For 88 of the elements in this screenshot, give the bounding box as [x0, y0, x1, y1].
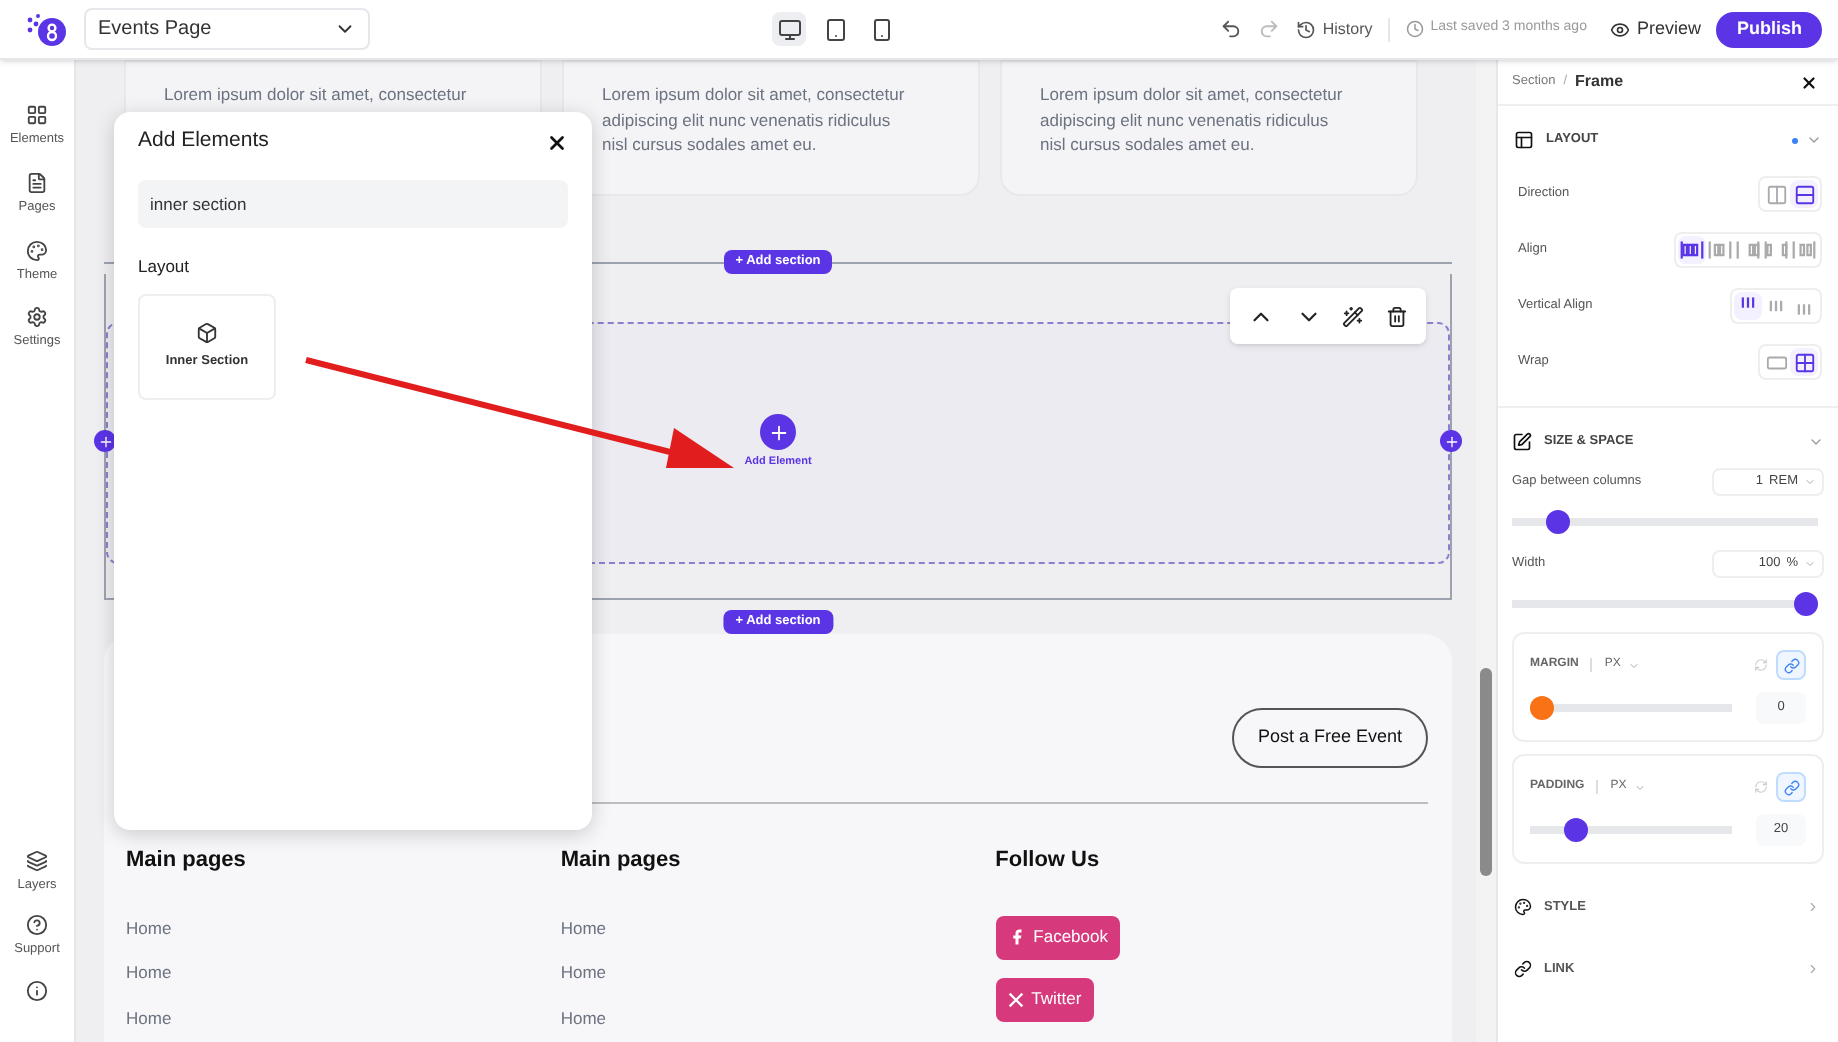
chevron-down-icon: [1634, 781, 1647, 793]
align-icon: [1736, 238, 1760, 262]
footer-link[interactable]: Home: [560, 1006, 996, 1032]
slider-thumb[interactable]: [1545, 510, 1570, 534]
support-icon: [26, 914, 48, 937]
slider-thumb[interactable]: [1794, 592, 1818, 616]
add-element-button[interactable]: [760, 414, 796, 451]
footer-heading: Main pages: [126, 846, 248, 876]
publish-button[interactable]: Publish: [1716, 11, 1822, 47]
chevron-down-icon: [1804, 476, 1816, 488]
card-text: Lorem ipsum dolor sit amet, consectetur: [164, 82, 469, 107]
slider-thumb[interactable]: [1563, 818, 1588, 842]
layout-icon: [1514, 130, 1534, 150]
columns-icon: [1765, 183, 1787, 205]
option-button[interactable]: [1678, 236, 1706, 264]
chevron-down-icon: [1628, 659, 1641, 671]
card-text: nisl cursus sodales amet eu.: [602, 132, 819, 157]
link-values-button[interactable]: [1776, 650, 1806, 680]
card-text: adipiscing elit nunc venenatis ridiculus: [1040, 107, 1331, 132]
close-icon[interactable]: [1800, 73, 1818, 91]
link-icon: [1783, 779, 1799, 795]
link-values-button[interactable]: [1776, 772, 1806, 802]
footer-link[interactable]: Home: [126, 960, 561, 986]
option-button[interactable]: [1790, 180, 1818, 208]
theme-icon: [25, 239, 48, 261]
social-button[interactable]: Twitter: [995, 977, 1094, 1021]
footer-link[interactable]: Home: [560, 915, 996, 941]
link-icon: [1783, 657, 1799, 673]
pages-icon: [26, 171, 48, 194]
scrollbar-thumb[interactable]: [1480, 668, 1492, 876]
search-field[interactable]: inner section: [138, 180, 568, 228]
resize-icon: [1512, 432, 1532, 452]
info-icon[interactable]: [26, 980, 48, 1002]
desktop-icon: [777, 17, 802, 41]
close-icon[interactable]: [546, 131, 568, 153]
wrap-icon: [1793, 351, 1815, 373]
chevron-down-icon[interactable]: [1806, 132, 1822, 148]
add-right-button[interactable]: [1440, 430, 1462, 452]
option-button[interactable]: [1790, 348, 1818, 376]
footer-heading: Follow Us: [995, 846, 1102, 876]
history-icon: [1296, 19, 1317, 39]
logo-icon[interactable]: [24, 11, 68, 47]
plus-icon: [767, 421, 789, 444]
history-button[interactable]: History: [1296, 17, 1373, 41]
chevron-down-icon[interactable]: [1808, 434, 1824, 450]
footer-heading: Main pages: [560, 846, 683, 876]
nowrap-icon: [1765, 351, 1787, 373]
footer-link[interactable]: Home: [126, 1006, 561, 1032]
link-icon: [1514, 960, 1532, 978]
x-icon: [1007, 991, 1024, 1007]
option-button[interactable]: [1734, 292, 1762, 320]
group-heading: Layout: [138, 254, 192, 280]
facebook-icon: [1007, 928, 1026, 946]
delete-icon[interactable]: [1385, 305, 1408, 327]
card-text: Lorem ipsum dolor sit amet, consectetur: [1040, 82, 1345, 107]
chevron-right-icon: [1806, 962, 1820, 976]
page-select[interactable]: Events Page: [84, 8, 370, 50]
elements-icon: [25, 104, 48, 126]
preview-button[interactable]: Preview: [1610, 15, 1701, 43]
plus-icon: [1443, 433, 1459, 449]
post-event-button[interactable]: Post a Free Event: [1231, 708, 1428, 768]
clock-icon: [1406, 20, 1425, 38]
card-text: Lorem ipsum dolor sit amet, consectetur: [602, 82, 907, 107]
layers-icon: [25, 849, 48, 871]
tablet-icon: [823, 17, 848, 41]
eye-icon: [1610, 19, 1631, 39]
card-text: nisl cursus sodales amet eu.: [1040, 132, 1257, 157]
social-button[interactable]: Facebook: [995, 915, 1120, 959]
undo-icon[interactable]: [1220, 18, 1243, 40]
align-icon: [1680, 238, 1704, 262]
slider-thumb[interactable]: [1530, 696, 1554, 720]
align-icon: [1764, 238, 1788, 262]
card-text: adipiscing elit nunc venenatis ridiculus: [602, 107, 893, 132]
desktop-view-button[interactable]: [772, 12, 807, 46]
footer-link[interactable]: Home: [560, 960, 996, 986]
chevron-right-icon: [1806, 900, 1820, 914]
phone-icon: [869, 17, 894, 41]
chevron-down-icon: [1804, 558, 1816, 570]
panel-title: Add Elements: [138, 126, 269, 157]
rows-icon: [1793, 183, 1815, 205]
align-icon: [1792, 238, 1816, 262]
breadcrumb-current: Frame: [1575, 70, 1624, 94]
magic-wand-icon[interactable]: [1342, 305, 1365, 327]
cube-icon: [196, 321, 218, 344]
footer-link[interactable]: Home: [126, 915, 561, 941]
settings-icon: [26, 306, 48, 329]
align-icon: [1708, 238, 1732, 262]
palette-icon: [1514, 898, 1532, 916]
